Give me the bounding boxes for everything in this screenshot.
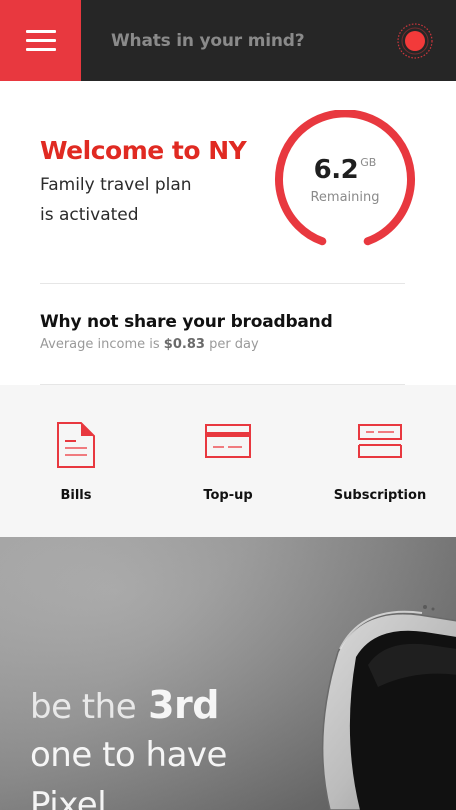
gauge-unit: GB xyxy=(360,156,377,169)
welcome-subtitle-line1: Family travel plan xyxy=(40,175,192,195)
record-button[interactable] xyxy=(397,23,433,59)
welcome-title: Welcome to NY xyxy=(40,136,247,165)
share-broadband-subtitle: Average income is $0.83 per day xyxy=(40,337,259,352)
top-bar xyxy=(0,0,456,81)
card-icon xyxy=(205,424,251,458)
subscription-button[interactable]: Subscription xyxy=(304,385,456,537)
top-up-button[interactable]: Top-up xyxy=(152,385,304,537)
share-broadband-title[interactable]: Why not share your broadband xyxy=(40,312,333,332)
bills-button[interactable]: Bills xyxy=(0,385,152,537)
data-remaining-gauge[interactable]: 6.2 GB Remaining xyxy=(273,110,417,254)
top-up-label: Top-up xyxy=(203,488,253,503)
promo-banner[interactable]: be the 3rd one to have Pixel xyxy=(0,537,456,810)
subscription-card-icon xyxy=(358,424,402,458)
search-input[interactable] xyxy=(111,24,371,58)
divider xyxy=(40,283,405,284)
gauge-value: 6.2 xyxy=(313,155,359,185)
share-amount: $0.83 xyxy=(163,337,205,352)
gauge-label: Remaining xyxy=(310,190,380,205)
subscription-label: Subscription xyxy=(333,488,427,503)
bills-label: Bills xyxy=(60,488,92,503)
document-icon xyxy=(57,422,95,468)
share-subtitle-prefix: Average income is xyxy=(40,337,160,352)
promo-line1-strong: 3rd xyxy=(148,683,219,727)
quick-actions: Bills Top-up Subscription xyxy=(0,385,456,537)
promo-line3: Pixel xyxy=(30,785,107,810)
menu-button[interactable] xyxy=(0,0,81,81)
record-dot-icon xyxy=(397,23,433,59)
welcome-subtitle-line2: is activated xyxy=(40,205,139,225)
promo-line2: one to have xyxy=(30,735,227,775)
promo-line1: be the 3rd xyxy=(30,683,219,727)
share-subtitle-suffix: per day xyxy=(209,337,259,352)
promo-line1-light: be the xyxy=(30,687,137,727)
